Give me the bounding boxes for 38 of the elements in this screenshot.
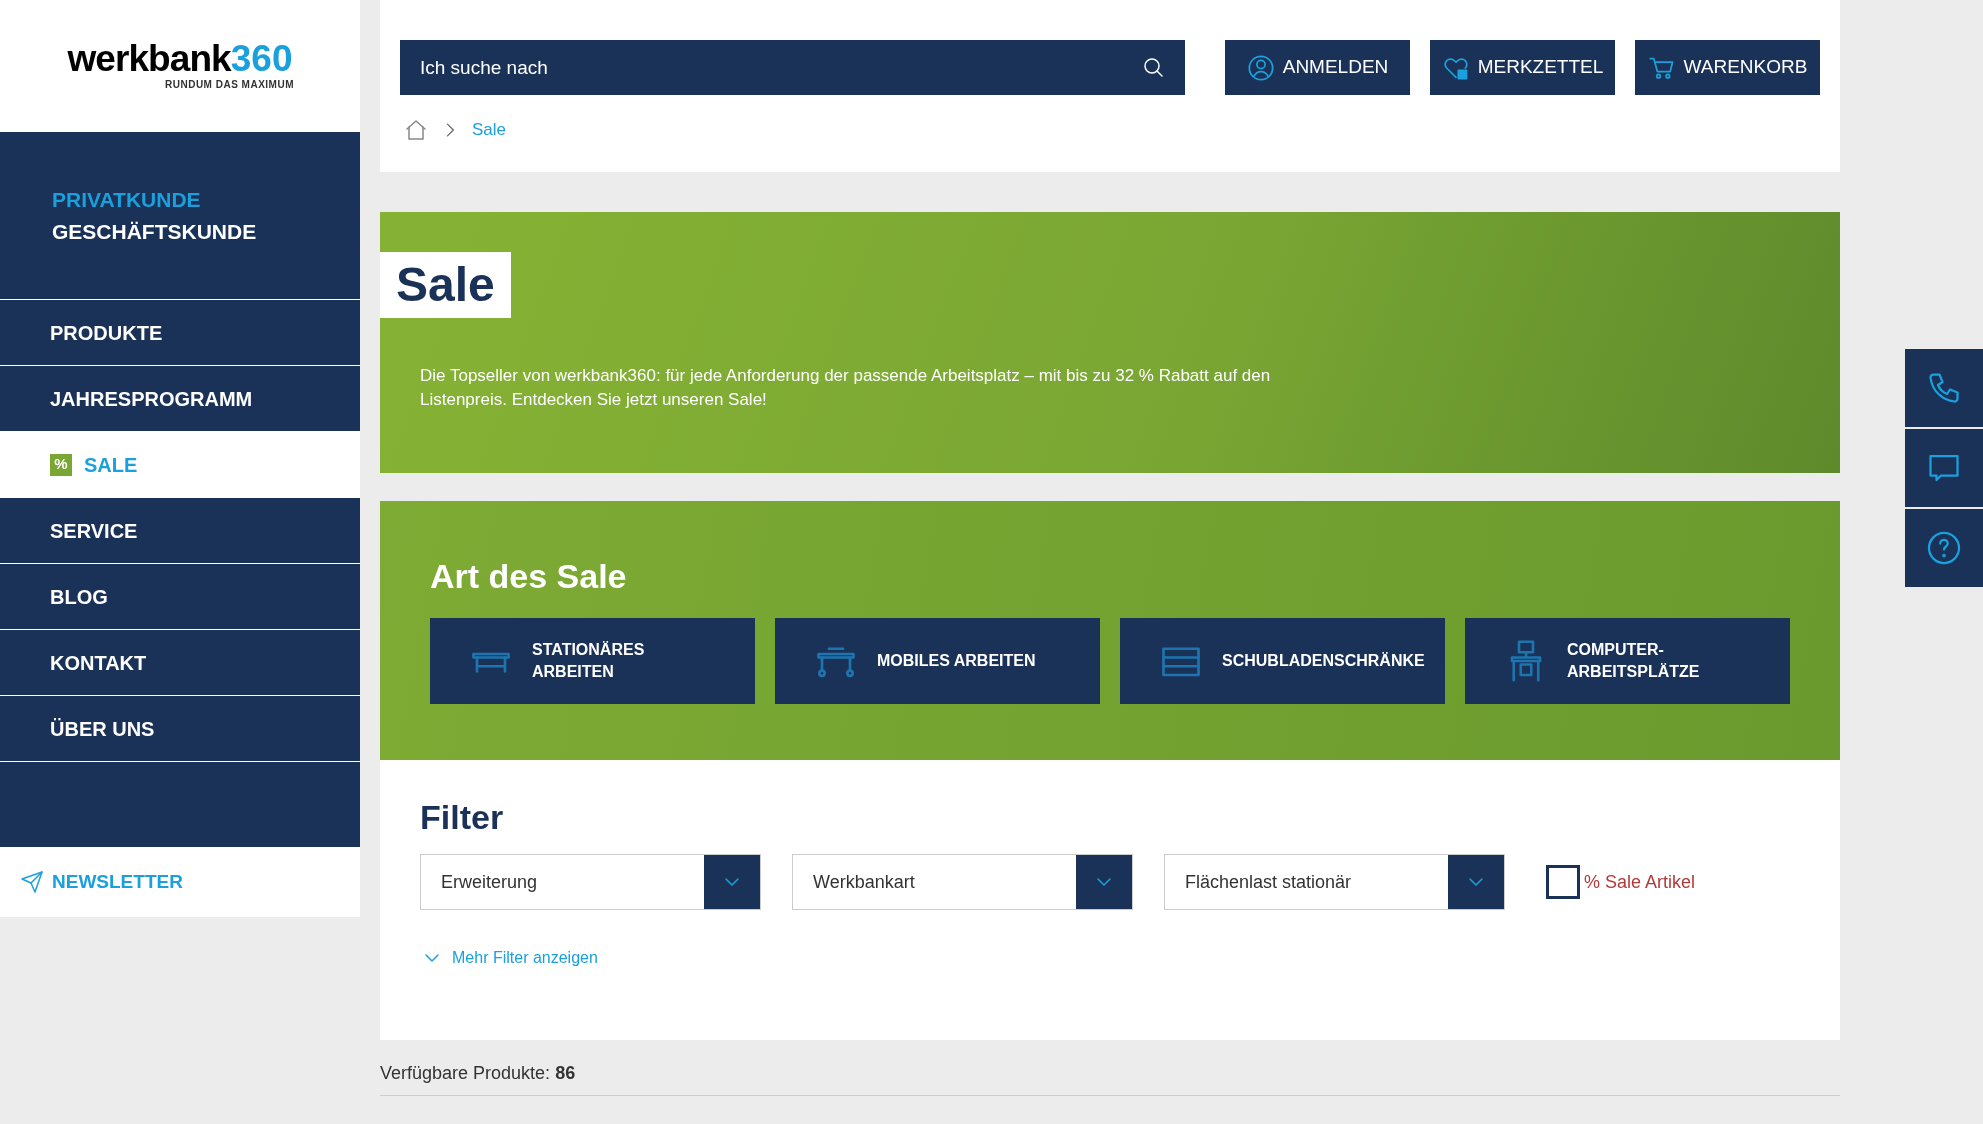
nav-item[interactable]: KONTAKT bbox=[0, 630, 360, 696]
filter-dropdown[interactable]: Werkbankart bbox=[792, 854, 1133, 910]
customer-type-link[interactable]: PRIVATKUNDE bbox=[52, 183, 201, 216]
banner-title: Sale bbox=[380, 252, 511, 318]
nav-item[interactable]: SERVICE bbox=[0, 498, 360, 564]
filter-heading: Filter bbox=[420, 800, 505, 834]
sale-category-button[interactable]: SCHUBLADENSCHRÄNKE bbox=[1120, 618, 1445, 704]
filter-dropdown[interactable]: Flächenlast stationär bbox=[1164, 854, 1505, 910]
sale-category-button[interactable]: COMPUTER-ARBEITSPLÄTZE bbox=[1465, 618, 1790, 704]
side-tab-button[interactable] bbox=[1905, 509, 1983, 587]
phone-icon bbox=[1926, 370, 1962, 406]
header-button[interactable]: MERKZETTEL bbox=[1430, 40, 1615, 95]
results-label: Verfügbare Produkte: bbox=[380, 1063, 551, 1083]
nav-item[interactable]: BLOG bbox=[0, 564, 360, 630]
checkbox-label[interactable]: % Sale Artikel bbox=[1584, 868, 1696, 896]
help-icon bbox=[1926, 530, 1962, 566]
banner-text: Die Topseller von werkbank360: für jede Anforderung der passende Arbeitsplatz – mit bis zu 32 % Rabatt auf den Listenpreis. Entdecken Sie jetzt unseren Sale! bbox=[420, 365, 1272, 411]
header-button[interactable]: ANMELDEN bbox=[1225, 40, 1410, 95]
paper-plane-icon bbox=[20, 870, 44, 894]
nav-item[interactable]: ÜBER UNS bbox=[0, 696, 360, 762]
logo[interactable]: werkbank360 RUNDUM DAS MAXIMUM bbox=[0, 0, 360, 132]
header-button[interactable]: WARENKORB bbox=[1635, 40, 1820, 95]
nav-item[interactable]: PRODUKTE bbox=[0, 300, 360, 366]
sale-category-button[interactable]: MOBILES ARBEITEN bbox=[775, 618, 1100, 704]
sale-category-button[interactable]: STATIONÄRES ARBEITEN bbox=[430, 618, 755, 704]
customer-type-link[interactable]: GESCHÄFTSKUNDE bbox=[52, 215, 257, 248]
search-icon bbox=[1141, 55, 1165, 79]
checkbox[interactable] bbox=[1546, 865, 1580, 899]
nav-item[interactable]: JAHRESPROGRAMM bbox=[0, 366, 360, 432]
results-count: 86 bbox=[555, 1063, 576, 1083]
filter-dropdown[interactable]: Erweiterung bbox=[420, 854, 761, 910]
percent-badge: % bbox=[50, 453, 72, 476]
side-tab-button[interactable] bbox=[1905, 349, 1983, 427]
user-icon bbox=[1246, 53, 1275, 82]
side-tab-button[interactable] bbox=[1905, 429, 1983, 507]
home-icon bbox=[404, 117, 428, 142]
section-heading: Art des Sale bbox=[430, 556, 628, 597]
search-field[interactable]: Ich suche nach bbox=[400, 40, 1185, 95]
